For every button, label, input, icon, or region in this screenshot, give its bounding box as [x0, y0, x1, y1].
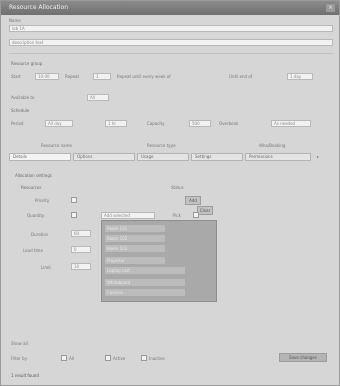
list-item[interactable]: Projector	[105, 257, 165, 264]
list-item[interactable]: Room 101	[105, 225, 165, 232]
until-input[interactable]: 1 day	[287, 73, 313, 80]
repeat-input[interactable]: 1	[93, 73, 111, 80]
priority-checkbox[interactable]	[71, 197, 77, 203]
row-label-limit: Limit	[41, 265, 51, 270]
window-title: Resource Allocation	[9, 4, 69, 11]
leadtime-input[interactable]: 0	[71, 246, 91, 253]
app-window: Resource Allocation × Name lab 1A descri…	[0, 0, 340, 386]
status-label: Status	[171, 185, 184, 190]
list-item[interactable]: Camera	[105, 289, 185, 296]
start-label: Start	[11, 74, 21, 79]
tab-usage[interactable]: Usage	[137, 153, 189, 161]
overbook-label: Overbook	[219, 121, 239, 126]
schedule-input-2[interactable]: 1 hr	[105, 120, 127, 127]
list-item[interactable]: Whiteboard	[105, 279, 185, 286]
available-select[interactable]: All	[87, 94, 109, 101]
description-input[interactable]: description text	[9, 39, 333, 46]
limit-input[interactable]: 10	[71, 263, 91, 270]
list-item[interactable]: Room 103	[105, 245, 165, 252]
filter-active-radio[interactable]	[105, 355, 111, 361]
name-input[interactable]: lab 1A	[9, 25, 333, 32]
column-header-booking[interactable]: Who/Booking	[259, 143, 285, 149]
duration-input[interactable]: 60	[71, 230, 91, 237]
list-item[interactable]: Laptop cart	[105, 267, 185, 274]
filter-label: Filter by	[11, 356, 28, 361]
filter-inactive-radio[interactable]	[141, 355, 147, 361]
repeat-label: Repeat	[65, 74, 80, 79]
period-input[interactable]: All day	[45, 120, 73, 127]
start-input[interactable]: 10:00	[35, 73, 59, 80]
capacity-label: Capacity	[147, 121, 165, 126]
row-label-priority: Priority	[35, 198, 50, 203]
divider	[9, 53, 333, 54]
row-label-duration: Duration	[31, 232, 49, 237]
add-button[interactable]: Add	[185, 196, 201, 205]
save-changes-button[interactable]: Save changes	[279, 353, 327, 362]
tab-options[interactable]: Options	[73, 153, 135, 161]
pick-checkbox[interactable]	[193, 212, 199, 218]
name-label: Name	[9, 18, 21, 23]
overbook-input[interactable]: As needed	[271, 120, 311, 127]
picklist[interactable]: Room 101 Room 102 Room 103 Projector Lap…	[101, 220, 217, 302]
repeat-until-label: Repeat until every week of	[117, 74, 171, 79]
title-bar: Resource Allocation ×	[1, 1, 339, 15]
row-label-quantity: Quantity	[27, 213, 45, 218]
close-icon[interactable]: ×	[326, 4, 335, 12]
group-label: Resource group	[11, 61, 43, 66]
filter-inactive-label: Inactive	[149, 356, 165, 361]
column-header-type[interactable]: Resource type	[147, 143, 176, 149]
filter-all-radio[interactable]	[61, 355, 67, 361]
period-label: Period	[11, 121, 24, 126]
available-label: Available to	[11, 95, 35, 100]
quantity-checkbox[interactable]	[71, 212, 77, 218]
add-selected-dropdown[interactable]: Add selected	[101, 212, 155, 219]
list-item[interactable]: Room 102	[105, 235, 165, 242]
row-label-leadtime: Lead time	[23, 248, 43, 253]
capacity-input[interactable]: 500	[189, 120, 211, 127]
panel-section-title: Allocation settings	[15, 173, 52, 178]
pick-label: Pick	[173, 213, 181, 218]
column-header-name[interactable]: Resource name	[41, 143, 72, 149]
until-label: Until end of	[229, 74, 253, 79]
clear-button[interactable]: Clear	[197, 206, 213, 215]
filter-active-label: Active	[113, 356, 126, 361]
tab-settings[interactable]: Settings	[191, 153, 243, 161]
tab-details[interactable]: Details	[9, 153, 71, 161]
show-all-note: Show all	[11, 341, 28, 346]
schedule-header: Schedule	[11, 108, 30, 113]
tabs-more-icon[interactable]: ▸	[317, 154, 319, 160]
status-text: 1 result found	[11, 373, 39, 378]
panel-subsection: Resources	[21, 185, 42, 190]
filter-all-label: All	[69, 356, 74, 361]
tab-permissions[interactable]: Permissions	[245, 153, 311, 161]
